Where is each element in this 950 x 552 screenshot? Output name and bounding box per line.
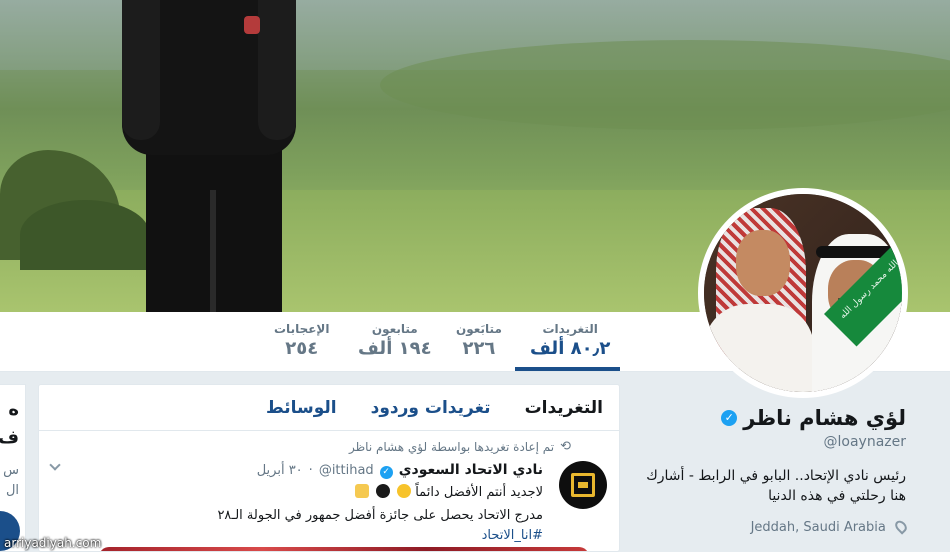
tweet-text-1: لاجديد أنتم الأفضل دائماً <box>415 485 543 500</box>
profile-name[interactable]: لؤي هشام ناظر <box>743 406 906 430</box>
header-person-arm-right <box>258 0 296 140</box>
profile-location-text: Jeddah, Saudi Arabia <box>750 520 886 535</box>
retweet-icon: ⟲ <box>560 439 571 454</box>
avatar-person1-body <box>704 304 814 392</box>
tweet-media-image[interactable] <box>99 547 589 551</box>
profile-handle[interactable]: @loaynazer <box>636 434 907 450</box>
stat-followers-label: متابعون <box>371 322 418 336</box>
tweet-dot-separator: · <box>308 463 313 478</box>
left-card-text-4: ال <box>5 483 19 498</box>
profile-card: لؤي هشام ناظر ✓ @loaynazer رئيس نادي الإ… <box>636 390 936 552</box>
timeline: التغريدات تغريدات وردود الوسائط ⟲ تم إعا… <box>38 384 620 552</box>
ittihad-logo-icon <box>571 473 595 497</box>
retweet-context: ⟲ تم إعادة تغريدها بواسطة لؤي هشام ناظر <box>55 439 603 454</box>
profile-avatar[interactable]: لا إله إلا الله محمد رسول الله <box>698 188 908 398</box>
stat-tweets-value: ٨٠٫٢ ألف <box>530 338 611 359</box>
left-card-text-2: ف <box>0 427 19 448</box>
verified-icon: ✓ <box>721 410 738 426</box>
stat-likes[interactable]: الإعجابات ٢٥٤ <box>274 322 329 359</box>
yellow-heart-icon <box>397 484 412 498</box>
active-stat-underline <box>515 367 620 371</box>
timeline-tabs: التغريدات تغريدات وردود الوسائط <box>39 385 619 431</box>
stat-following-value: ٢٢٦ <box>462 338 496 359</box>
tweet-date[interactable]: ٣٠ أبريل <box>257 463 303 478</box>
stat-followers[interactable]: متابعون ١٩٤ ألف <box>358 322 432 359</box>
tweet[interactable]: ⟲ تم إعادة تغريدها بواسطة لؤي هشام ناظر … <box>39 431 619 543</box>
profile-name-row: لؤي هشام ناظر ✓ <box>636 406 906 430</box>
retweet-context-text: تم إعادة تغريدها بواسطة لؤي هشام ناظر <box>348 439 555 454</box>
stat-following[interactable]: متابَعون ٢٢٦ <box>456 322 502 359</box>
stat-likes-value: ٢٥٤ <box>285 338 319 359</box>
stat-tweets-label: التغريدات <box>542 322 598 336</box>
header-hill <box>380 40 950 130</box>
profile-bio: رئيس نادي الإتحاد.. البابو في الرابط - أ… <box>646 468 906 504</box>
location-pin-icon <box>892 518 910 535</box>
watermark: arriyadiyah.com <box>4 536 102 550</box>
tweet-hashtag[interactable]: #انا_الاتحاد <box>55 528 543 543</box>
header-person-badge <box>244 16 260 34</box>
avatar-person1-face <box>736 230 790 296</box>
tweet-header: نادي الاتحاد السعودي ✓ @ittihad · ٣٠ أبر… <box>55 462 543 479</box>
black-heart-icon <box>375 484 390 498</box>
tweet-text-line-2: مدرج الاتحاد يحصل على جائزة أفضل جمهور ف… <box>217 508 543 523</box>
clapping-hands-icon <box>354 484 369 498</box>
stat-followers-value: ١٩٤ ألف <box>358 338 432 359</box>
header-trees-lower <box>20 200 150 270</box>
tab-tweets[interactable]: التغريدات <box>525 398 603 418</box>
tweet-author-handle[interactable]: @ittihad <box>319 463 374 478</box>
left-card-text-1: ه <box>8 399 19 420</box>
stat-likes-label: الإعجابات <box>274 322 330 336</box>
tweet-body: نادي الاتحاد السعودي ✓ @ittihad · ٣٠ أبر… <box>55 462 603 543</box>
tab-media[interactable]: الوسائط <box>266 398 337 418</box>
verified-icon: ✓ <box>379 466 393 479</box>
left-side-card: ه ف س ال <box>0 384 26 552</box>
tweet-author-name[interactable]: نادي الاتحاد السعودي <box>399 462 543 478</box>
tweet-text-line-1: لاجديد أنتم الأفضل دائماً <box>55 484 543 502</box>
tweet-author-avatar[interactable] <box>559 461 607 509</box>
stat-tweets[interactable]: التغريدات ٨٠٫٢ ألف <box>530 322 610 359</box>
profile-page: التغريدات ٨٠٫٢ ألف متابَعون ٢٢٦ متابعون … <box>0 0 950 552</box>
tab-tweets-replies[interactable]: تغريدات وردود <box>371 398 491 418</box>
stat-following-label: متابَعون <box>456 322 502 336</box>
header-person-leg-gap <box>210 190 216 312</box>
left-card-text-3: س <box>3 463 19 478</box>
profile-location: Jeddah, Saudi Arabia <box>636 518 910 535</box>
header-person-arm-left <box>122 0 160 140</box>
